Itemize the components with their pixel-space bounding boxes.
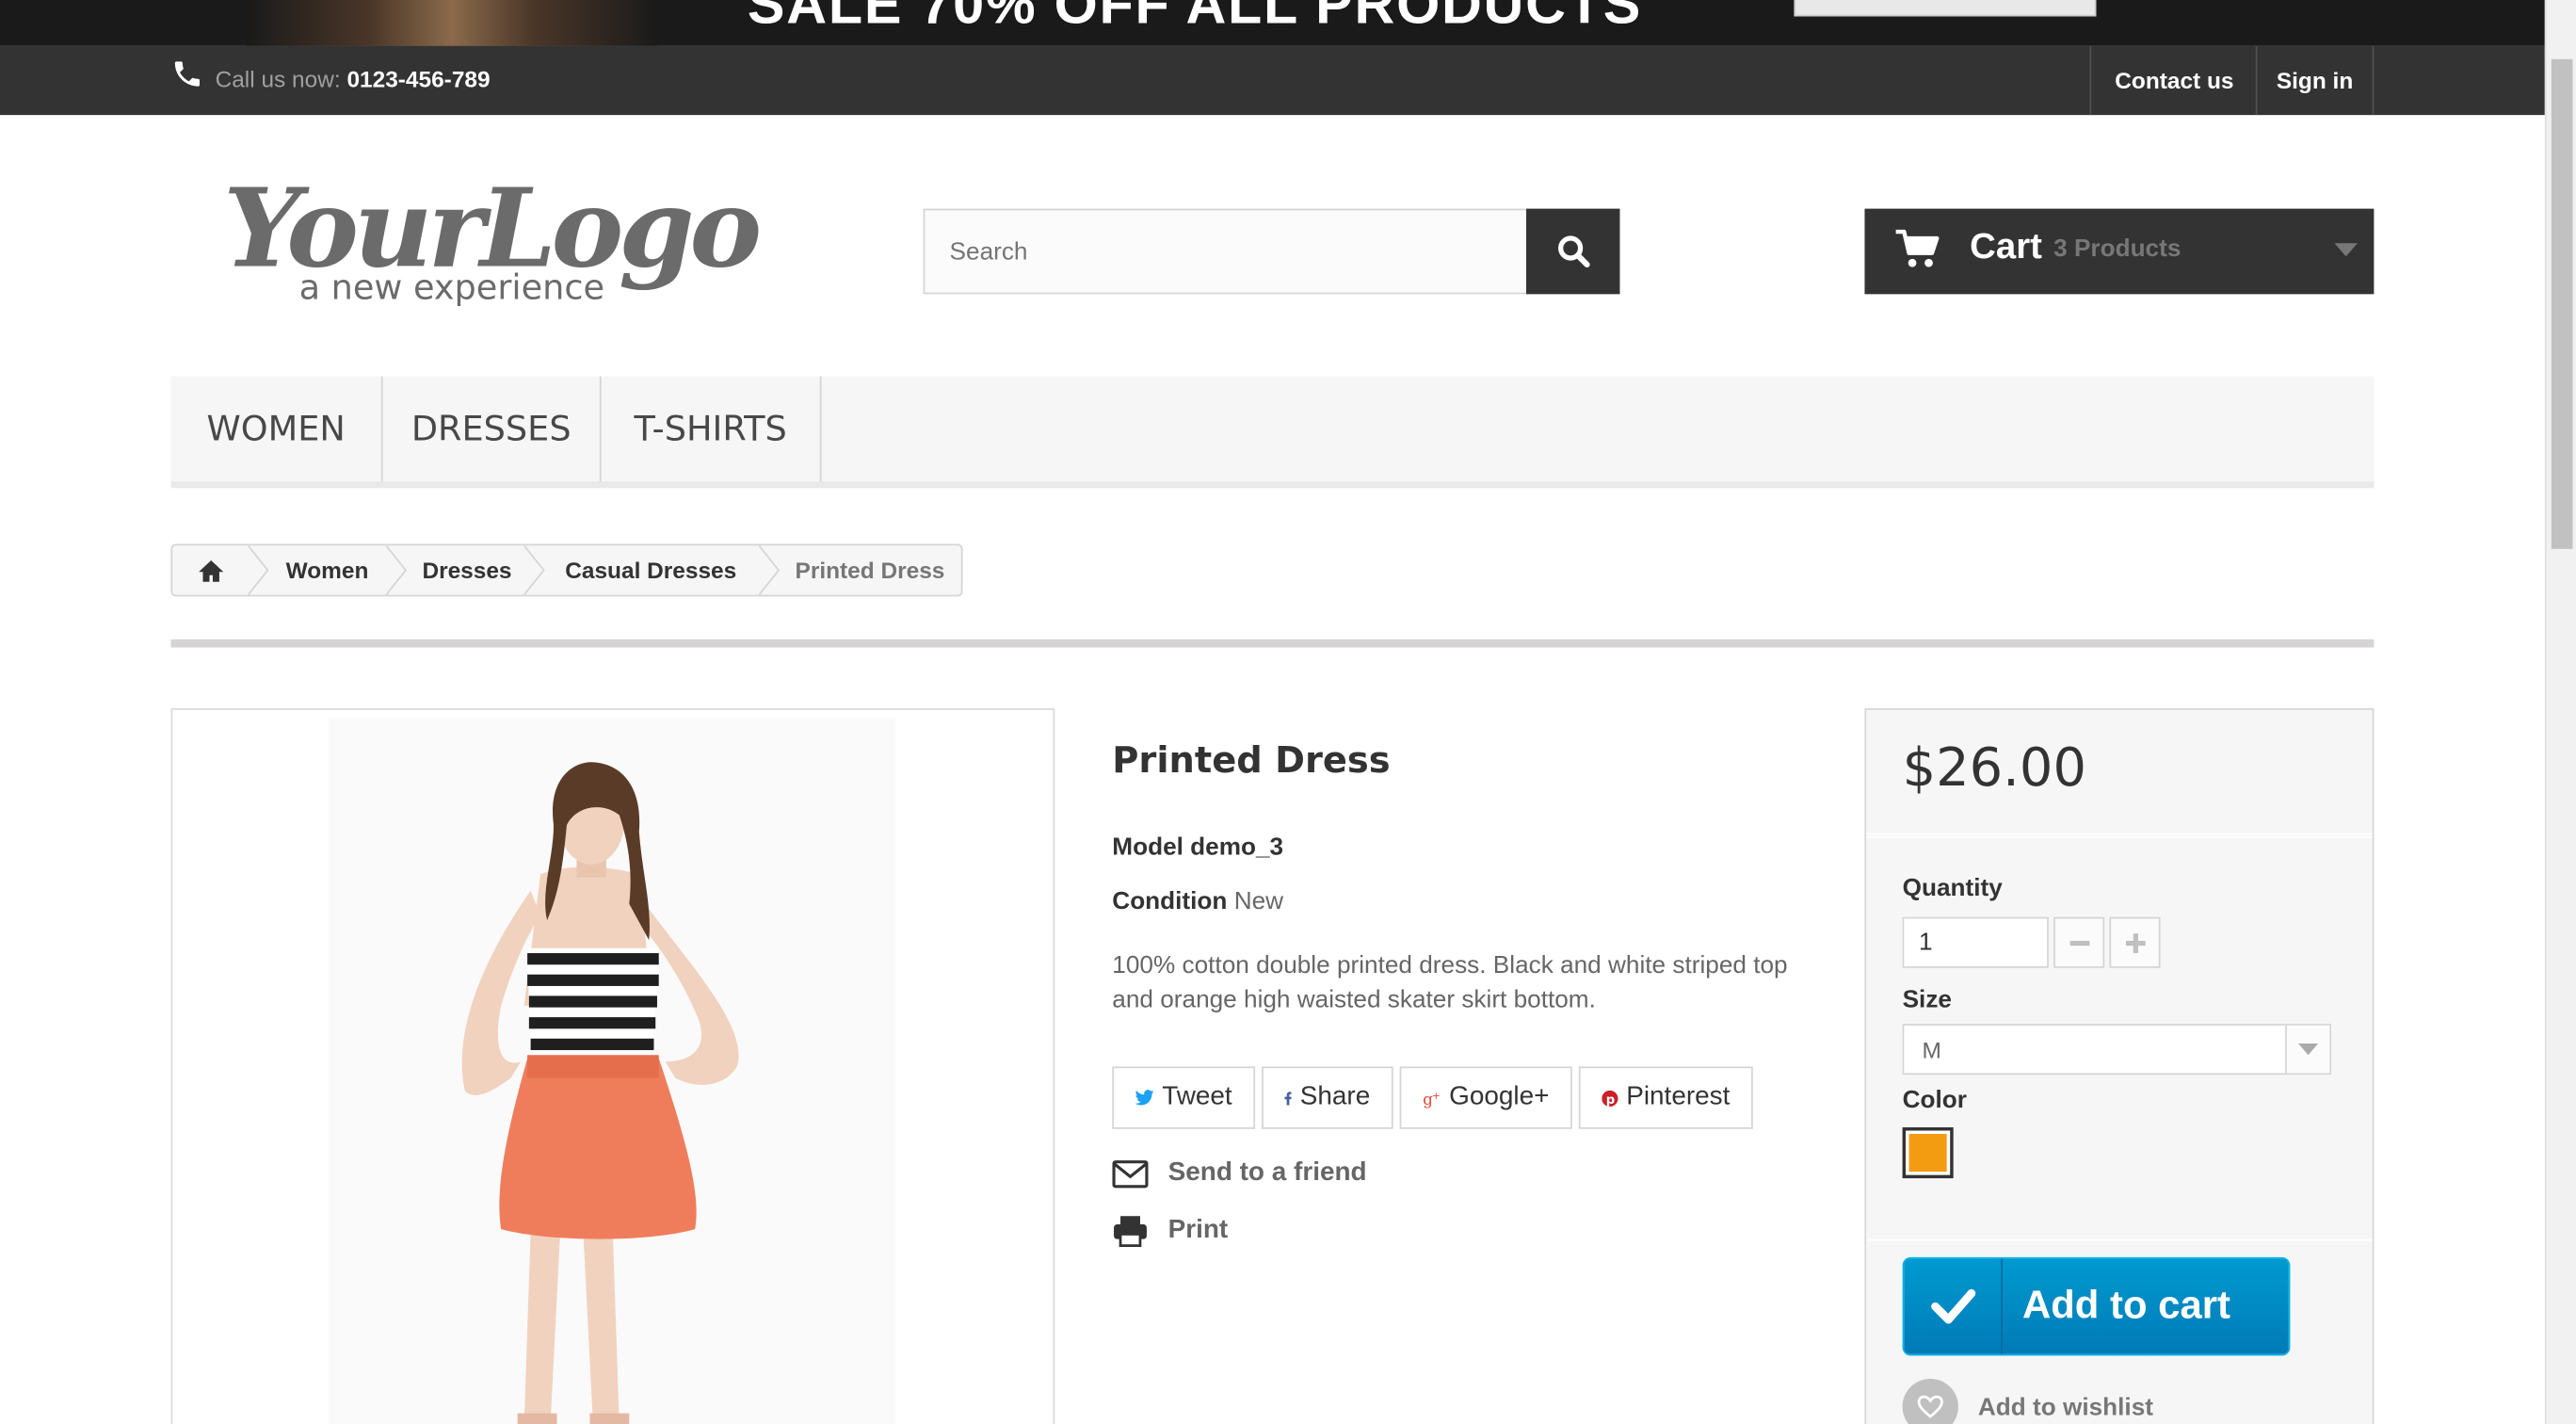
minus-icon (2069, 940, 2089, 946)
breadcrumb-women[interactable]: Women (286, 545, 369, 594)
size-value: M (1922, 1036, 1941, 1063)
breadcrumb-separator (523, 545, 545, 595)
search-input[interactable] (925, 210, 1527, 293)
breadcrumb-separator (386, 545, 408, 595)
send-to-friend-link[interactable]: Send to a friend (1112, 1156, 1367, 1191)
size-label: Size (1902, 985, 1952, 1014)
banner-photo (246, 0, 657, 46)
add-to-cart-area: Add to cart Add to wishlist (1866, 1238, 2373, 1424)
promo-banner[interactable]: SALE 70% OFF ALL PRODUCTS (0, 0, 2545, 46)
twitter-icon (1135, 1090, 1154, 1106)
pinterest-button[interactable]: p Pinterest (1578, 1066, 1753, 1129)
menu-item-tshirts[interactable]: T-SHIRTS (602, 376, 822, 482)
tweet-button[interactable]: Tweet (1112, 1066, 1256, 1129)
product-photo (328, 718, 895, 1424)
menu-item-dresses[interactable]: DRESSES (383, 376, 602, 482)
product-title: Printed Dress (1112, 740, 1391, 783)
product-model: Model demo_3 (1112, 833, 1284, 862)
share-label: Share (1299, 1082, 1371, 1111)
add-to-wishlist-link[interactable]: Add to wishlist (1902, 1378, 2153, 1424)
main-menu: WOMEN DRESSES T-SHIRTS (170, 376, 2375, 489)
cart-count: 3 Products (2053, 235, 2182, 264)
pinterest-label: Pinterest (1626, 1082, 1731, 1111)
quantity-decrease-button[interactable] (2053, 916, 2105, 968)
svg-text:p: p (1606, 1092, 1615, 1107)
condition-value: New (1233, 887, 1284, 915)
breadcrumb-dresses[interactable]: Dresses (422, 545, 511, 594)
quantity-input[interactable]: 1 (1902, 916, 2049, 968)
product-price: $26.00 (1902, 736, 2086, 800)
shopping-cart-icon (1895, 229, 1940, 267)
phone-number: 0123-456-789 (346, 65, 491, 92)
printer-icon (1114, 1216, 1147, 1248)
facebook-icon (1284, 1091, 1293, 1105)
cart-label: Cart (1970, 225, 2042, 267)
print-link[interactable]: Print (1112, 1213, 1228, 1249)
breadcrumb-home[interactable] (172, 545, 249, 595)
banner-shop-button[interactable] (1794, 0, 2097, 17)
svg-text:+: + (1432, 1089, 1441, 1101)
menu-item-women[interactable]: WOMEN (170, 376, 383, 482)
color-swatch-orange[interactable] (1902, 1127, 1954, 1179)
pinterest-icon: p (1602, 1089, 1618, 1107)
top-bar: Call us now: 0123-456-789 Contact us Sig… (0, 45, 2545, 116)
quantity-label: Quantity (1902, 874, 2003, 902)
price-box: $26.00 (1866, 709, 2373, 835)
breadcrumb-separator (248, 545, 269, 595)
home-icon (198, 559, 223, 581)
send-to-friend-label: Send to a friend (1167, 1158, 1367, 1187)
breadcrumb: Women Dresses Casual Dresses Printed Dre… (170, 543, 963, 597)
breadcrumb-casual-dresses[interactable]: Casual Dresses (565, 545, 736, 594)
page: SALE 70% OFF ALL PRODUCTS Call us now: 0… (0, 0, 2576, 1424)
print-label: Print (1167, 1216, 1229, 1244)
add-to-cart-button[interactable]: Add to cart (1902, 1256, 2291, 1356)
add-to-cart-label: Add to cart (2021, 1283, 2231, 1328)
product-condition: Condition New (1112, 887, 1283, 915)
buy-box: $26.00 Quantity 1 Size M Color Add to ca… (1864, 708, 2375, 1424)
breadcrumb-divider (170, 639, 2375, 648)
chevron-down-icon (2285, 1025, 2330, 1074)
size-select[interactable]: M (1902, 1024, 2332, 1076)
attributes-box: Quantity 1 Size M Color (1866, 836, 2373, 1239)
scrollbar-thumb[interactable] (2551, 58, 2573, 549)
search-field[interactable] (923, 208, 1528, 295)
call-us-label: Call us now: (215, 65, 347, 92)
google-plus-icon: g+ (1423, 1089, 1441, 1108)
cart-button[interactable]: Cart 3 Products (1864, 208, 2375, 295)
store-logo[interactable]: YourLogo a new experience (220, 152, 763, 316)
wishlist-label: Add to wishlist (1977, 1392, 2153, 1421)
contact-us-link[interactable]: Contact us (2089, 45, 2258, 116)
page-scrollbar[interactable] (2544, 0, 2576, 1424)
search-button[interactable] (1526, 208, 1620, 295)
breadcrumb-separator (759, 545, 781, 595)
heart-icon (1902, 1378, 1958, 1424)
banner-sale-text: SALE 70% OFF ALL PRODUCTS (747, 0, 1643, 37)
product-image[interactable] (170, 708, 1055, 1424)
facebook-share-button[interactable]: Share (1262, 1066, 1393, 1129)
swatch-fill (1908, 1133, 1947, 1173)
phone-icon (174, 61, 201, 87)
condition-label: Condition (1112, 887, 1228, 915)
google-plus-button[interactable]: g + Google+ (1399, 1066, 1572, 1129)
search-icon (1557, 235, 1589, 267)
plus-icon (2125, 932, 2145, 953)
google-plus-label: Google+ (1449, 1082, 1550, 1111)
tweet-label: Tweet (1162, 1082, 1232, 1111)
sign-in-link[interactable]: Sign in (2255, 45, 2375, 116)
envelope-icon (1112, 1159, 1149, 1188)
quantity-increase-button[interactable] (2109, 916, 2161, 968)
chevron-down-icon (2334, 243, 2358, 257)
color-label: Color (1902, 1086, 1967, 1115)
breadcrumb-current: Printed Dress (795, 557, 945, 584)
call-us-text: Call us now: 0123-456-789 (216, 66, 491, 92)
svg-text:a new experience: a new experience (299, 267, 604, 308)
checkmark-icon (1904, 1258, 2004, 1354)
product-description: 100% cotton double printed dress. Black … (1112, 951, 1788, 1014)
